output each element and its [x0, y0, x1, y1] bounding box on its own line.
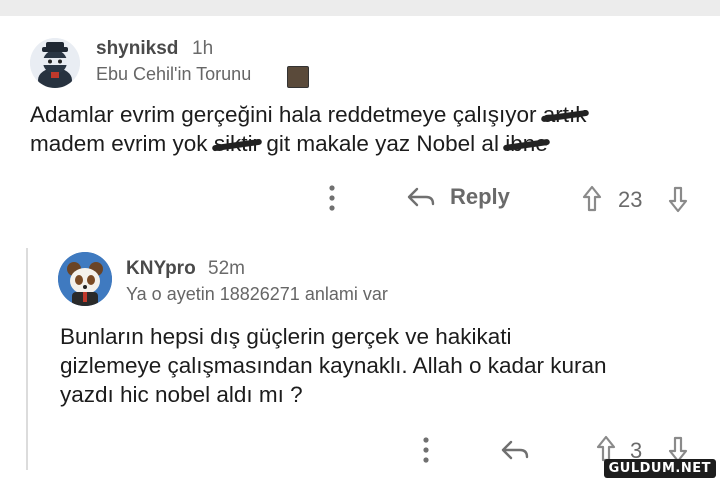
- more-options-icon[interactable]: [422, 436, 430, 465]
- username[interactable]: KNYpro: [126, 258, 196, 280]
- reply-arrow-icon: [501, 440, 529, 460]
- watermark-logo: GULDUM.NET: [603, 459, 716, 478]
- thread-line[interactable]: [26, 248, 28, 470]
- ninja-avatar-icon: [30, 38, 80, 88]
- reply-arrow-icon: [407, 187, 435, 207]
- upvote-button[interactable]: [580, 184, 604, 219]
- censored-word: ibne: [505, 131, 548, 156]
- top-bar: [0, 0, 720, 16]
- downvote-button[interactable]: [666, 184, 690, 219]
- timestamp: 1h: [192, 38, 214, 59]
- comment-body: Adamlar evrim gerçeğini hala reddetmeye …: [30, 102, 587, 156]
- downvote-icon: [668, 186, 688, 213]
- timestamp: 52m: [208, 258, 245, 279]
- more-options-icon[interactable]: [328, 184, 336, 213]
- user-flair: Ebu Cehil'in Torunu: [96, 64, 252, 84]
- username[interactable]: shyniksd: [96, 38, 178, 60]
- avatar[interactable]: [58, 252, 112, 306]
- user-flair: Ya o ayetin 18826271 anlami var: [126, 284, 388, 304]
- reply-button[interactable]: [500, 438, 530, 467]
- reply-label: Reply: [450, 184, 510, 209]
- comment-body: Bunların hepsi dış güçlerin gerçek ve ha…: [60, 324, 607, 407]
- upvote-icon: [582, 185, 602, 212]
- reply-button[interactable]: Reply: [406, 184, 510, 210]
- censored-word: siktir: [213, 131, 261, 156]
- panda-avatar-icon: [58, 252, 112, 306]
- censored-word: artık: [542, 102, 587, 127]
- flair-image-icon: [287, 66, 309, 88]
- avatar[interactable]: [30, 38, 80, 88]
- vote-count: 23: [618, 187, 643, 212]
